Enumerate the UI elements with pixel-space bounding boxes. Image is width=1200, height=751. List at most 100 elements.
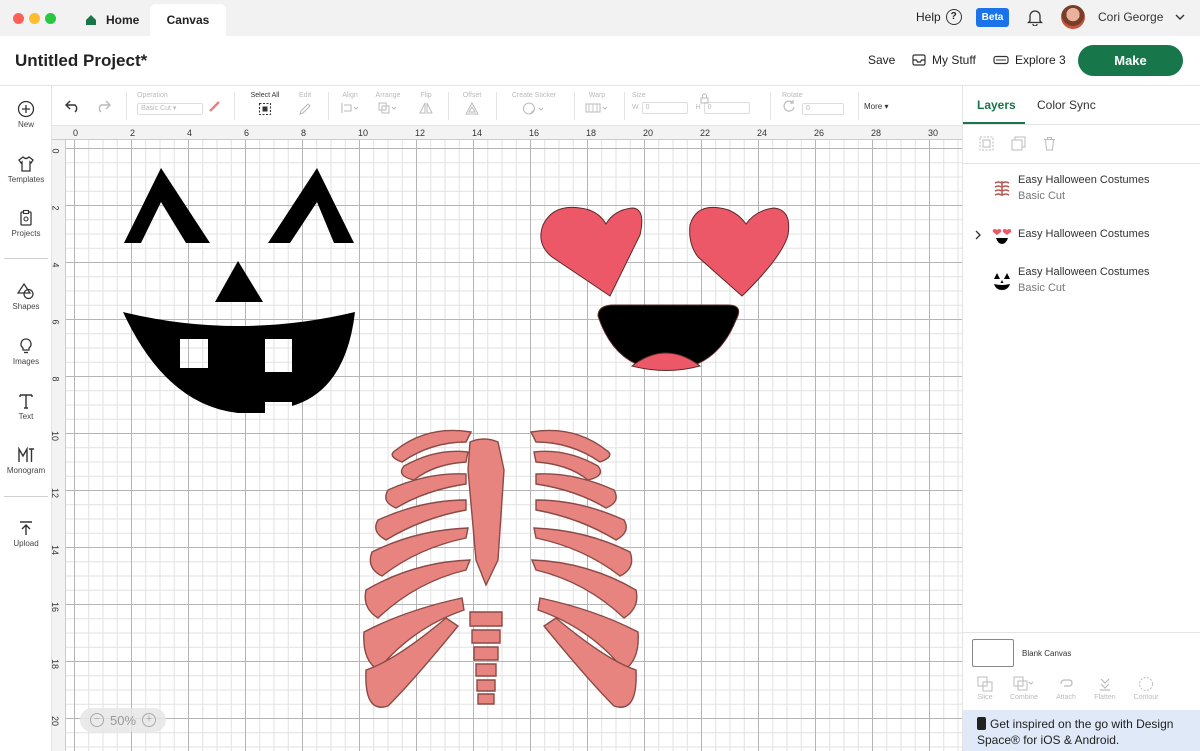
ruler-tick-label: 24 — [757, 128, 768, 138]
machine-selector[interactable]: Explore 3 — [993, 53, 1066, 67]
duplicate-icon[interactable] — [1011, 136, 1026, 151]
pencil-icon — [299, 103, 311, 115]
rotate-label: Rotate — [782, 92, 803, 99]
combine-button[interactable]: Combine — [1005, 676, 1043, 701]
projects-icon — [20, 209, 32, 226]
sidebar-divider — [4, 258, 48, 259]
close-window-button[interactable] — [13, 13, 24, 24]
monogram-icon — [18, 446, 34, 462]
sidebar-item-shapes[interactable]: Shapes — [0, 282, 52, 311]
minimize-window-button[interactable] — [29, 13, 40, 24]
combine-icon — [1013, 676, 1034, 691]
layer-name: Easy Halloween Costumes — [1018, 228, 1150, 240]
align-group[interactable]: Align — [338, 92, 362, 116]
make-button[interactable]: Make — [1078, 45, 1183, 76]
sidebar-item-upload[interactable]: Upload — [0, 519, 52, 548]
operation-select[interactable]: Basic Cut ▾ — [137, 103, 203, 115]
mobile-promo-banner[interactable]: Get inspired on the go with Design Space… — [963, 710, 1200, 751]
edit-group[interactable]: Edit — [292, 92, 318, 118]
offset-label: Offset — [462, 92, 482, 99]
toolbar-divider — [126, 92, 127, 120]
help-button[interactable]: Help ? — [916, 9, 962, 25]
size-width-input[interactable]: 0 — [641, 102, 688, 114]
window-titlebar: Home Canvas Help ? Beta Cori George — [0, 0, 1200, 36]
select-all-label: Select All — [250, 92, 280, 99]
design-canvas[interactable] — [66, 140, 962, 751]
sidebar-divider — [4, 496, 48, 497]
phone-icon — [977, 717, 986, 730]
blank-canvas-swatch[interactable] — [972, 639, 1014, 667]
flatten-button[interactable]: Flatten — [1086, 676, 1124, 701]
ruler-tick-label: 14 — [50, 544, 61, 556]
ruler-tick-label: 16 — [50, 601, 61, 613]
sidebar-item-new[interactable]: New — [0, 100, 52, 129]
layer-item[interactable]: Easy Halloween Costumes Basic Cut — [963, 172, 1200, 212]
my-stuff-button[interactable]: My Stuff — [912, 53, 976, 67]
arrange-group[interactable]: Arrange — [372, 92, 404, 116]
undo-icon[interactable] — [65, 100, 81, 113]
warp-group[interactable]: Warp — [582, 92, 612, 116]
contour-button[interactable]: Contour — [1127, 676, 1165, 701]
redo-icon[interactable] — [95, 100, 111, 113]
heart-face-thumb-icon — [992, 229, 1012, 244]
maximize-window-button[interactable] — [45, 13, 56, 24]
heart-right-eye — [689, 206, 790, 297]
layer-group[interactable]: Easy Halloween Costumes — [963, 226, 1200, 266]
beta-badge[interactable]: Beta — [976, 8, 1009, 27]
toolbar-divider — [574, 92, 575, 120]
tab-canvas[interactable]: Canvas — [150, 4, 226, 36]
trash-icon[interactable] — [1042, 136, 1057, 151]
ribcage-design[interactable] — [363, 429, 639, 708]
group-icon[interactable] — [979, 136, 994, 151]
ruler-tick-label: 28 — [871, 128, 882, 138]
sidebar-item-text[interactable]: Text — [0, 392, 52, 421]
tab-layers[interactable]: Layers — [977, 98, 1016, 112]
attach-button[interactable]: Attach — [1047, 676, 1085, 701]
sidebar-item-images[interactable]: Images — [0, 337, 52, 366]
create-sticker-group[interactable]: Create Sticker — [504, 92, 564, 117]
save-button[interactable]: Save — [868, 53, 895, 67]
size-height-input[interactable]: 0 — [703, 102, 750, 114]
rotate-input[interactable]: 0 — [801, 103, 844, 115]
pen-color-icon[interactable] — [208, 99, 222, 113]
operation-value: Basic Cut — [141, 105, 171, 112]
slice-button[interactable]: Slice — [966, 676, 1004, 701]
user-menu[interactable]: Cori George — [1098, 10, 1185, 24]
bell-icon[interactable] — [1027, 9, 1043, 26]
shapes-icon — [17, 282, 34, 300]
ruler-tick-label: 8 — [50, 376, 61, 382]
layer-name: Easy Halloween Costumes — [1018, 174, 1150, 186]
flatten-icon — [1100, 678, 1110, 691]
promo-text: Get inspired on the go with Design Space… — [977, 717, 1174, 747]
lock-icon[interactable] — [700, 93, 709, 104]
contour-label: Contour — [1133, 694, 1159, 701]
ruler-tick-label: 2 — [130, 128, 136, 138]
contour-icon — [1139, 677, 1153, 691]
tab-home[interactable]: Home — [74, 4, 149, 36]
slice-label: Slice — [977, 694, 993, 701]
machine-label: Explore 3 — [1015, 53, 1066, 67]
ruler-tick-label: 12 — [50, 487, 61, 499]
ruler-tick-label: 20 — [50, 715, 61, 727]
rotate-icon — [783, 100, 795, 112]
sidebar-item-monogram[interactable]: Monogram — [0, 446, 52, 475]
ruler-tick-label: 10 — [358, 128, 369, 138]
offset-group[interactable]: Offset — [457, 92, 487, 117]
heart-face-design[interactable] — [540, 206, 790, 371]
more-button[interactable]: More ▾ — [864, 102, 888, 111]
blank-canvas-label: Blank Canvas — [1022, 649, 1072, 658]
sidebar-item-projects[interactable]: Projects — [0, 209, 52, 238]
pumpkin-face-design[interactable] — [123, 168, 355, 413]
zoom-out-icon[interactable]: − — [89, 713, 104, 727]
layer-item[interactable]: Easy Halloween Costumes Basic Cut — [963, 264, 1200, 304]
project-title[interactable]: Untitled Project* — [15, 51, 147, 71]
avatar[interactable] — [1061, 5, 1085, 29]
chevron-right-icon[interactable] — [974, 230, 982, 240]
zoom-in-icon[interactable]: + — [142, 713, 157, 727]
layer-operation: Basic Cut — [1018, 190, 1066, 202]
sidebar-item-templates[interactable]: Templates — [0, 155, 52, 184]
select-all-group[interactable]: Select All — [244, 92, 286, 118]
heart-left-eye — [540, 206, 643, 297]
flip-group[interactable]: Flip — [414, 92, 438, 116]
tab-color-sync[interactable]: Color Sync — [1037, 98, 1096, 112]
